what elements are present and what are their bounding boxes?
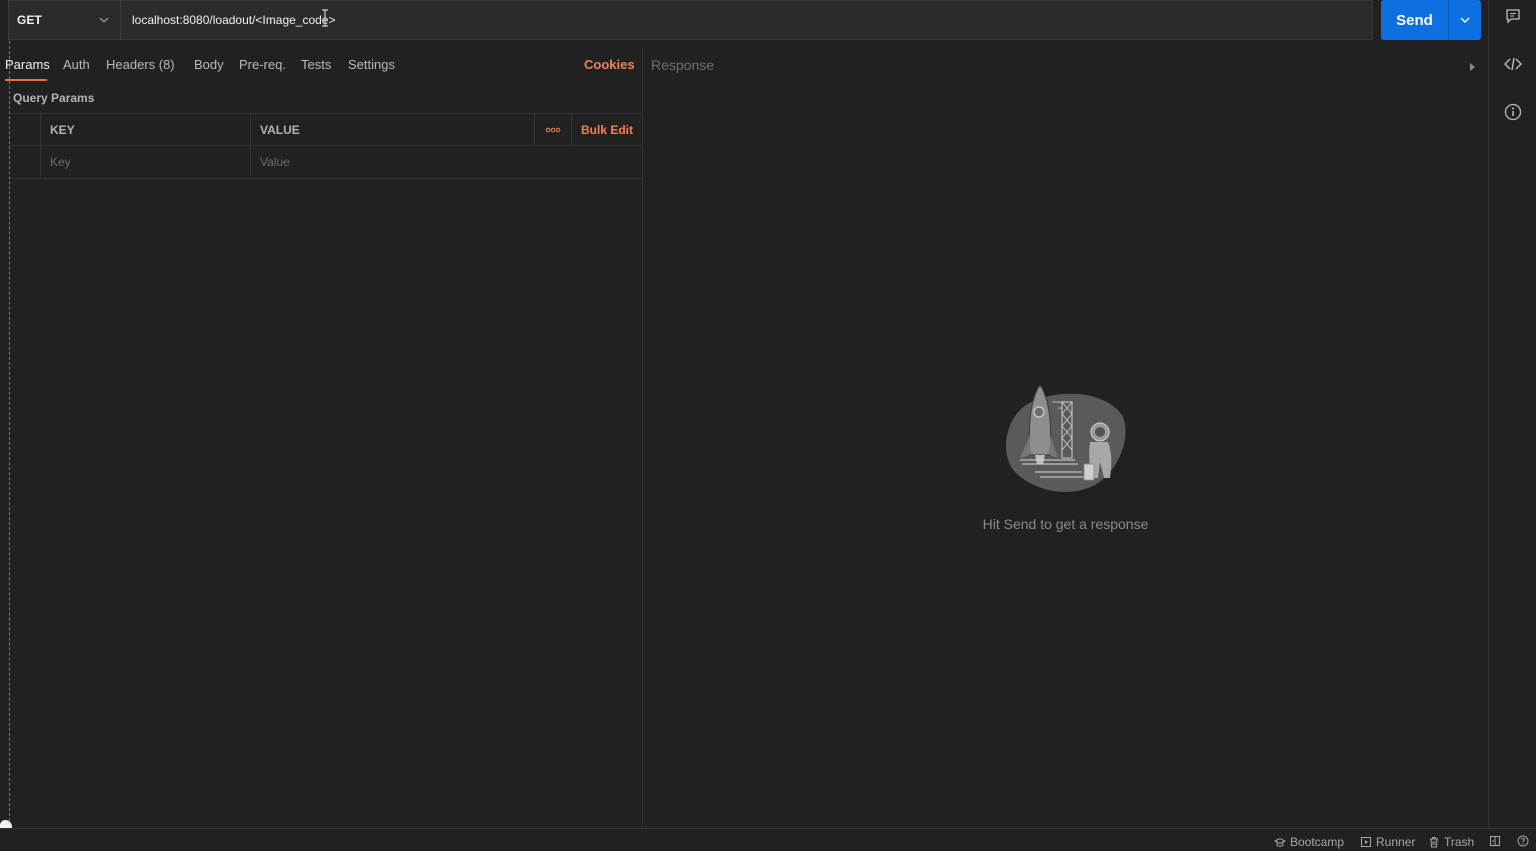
code-icon[interactable] <box>1503 54 1523 74</box>
query-params-table: KEY VALUE Bulk Edit Key Value <box>10 113 642 179</box>
key-column-header: KEY <box>50 122 75 137</box>
empty-response-message: Hit Send to get a response <box>982 516 1149 532</box>
rocket-launch-illustration <box>1000 380 1130 498</box>
status-bar: Bootcamp Runner Trash <box>0 828 1536 851</box>
help-icon[interactable] <box>1517 835 1529 847</box>
checkbox-column-header <box>10 114 41 145</box>
bootcamp-button[interactable]: Bootcamp <box>1274 835 1344 849</box>
response-title: Response <box>651 57 715 73</box>
comment-icon[interactable] <box>1503 6 1523 26</box>
runner-label: Runner <box>1376 835 1416 849</box>
tab-params[interactable]: Params <box>5 57 50 72</box>
method-select[interactable]: GET <box>8 0 120 40</box>
caret-right-icon[interactable] <box>1468 60 1476 75</box>
send-button[interactable]: Send <box>1381 0 1481 40</box>
send-split-divider <box>1448 0 1449 40</box>
key-placeholder: Key <box>50 155 71 169</box>
tab-auth[interactable]: Auth <box>63 57 90 72</box>
chevron-down-icon <box>98 14 110 29</box>
value-column-header: VALUE <box>260 122 300 137</box>
table-header-row: KEY VALUE Bulk Edit <box>10 113 642 146</box>
tab-settings[interactable]: Settings <box>348 57 395 72</box>
trash-icon <box>1430 837 1438 848</box>
url-text: localhost:8080/loadout/<Image_code> <box>132 13 336 27</box>
tab-body[interactable]: Body <box>194 57 224 72</box>
value-placeholder: Value <box>260 155 290 169</box>
more-dots-icon[interactable] <box>535 114 572 145</box>
pane-divider[interactable] <box>642 48 643 828</box>
tab-tests[interactable]: Tests <box>301 57 331 72</box>
runner-icon <box>1361 837 1371 847</box>
text-cursor-icon <box>321 9 329 30</box>
two-pane-icon[interactable] <box>1489 835 1501 847</box>
right-sidebar <box>1488 0 1536 828</box>
bulk-edit-link[interactable]: Bulk Edit <box>581 123 633 137</box>
value-input[interactable]: Value <box>251 146 642 178</box>
send-label: Send <box>1396 11 1433 29</box>
tab-prereq[interactable]: Pre-req. <box>239 57 286 72</box>
key-input[interactable]: Key <box>41 146 251 178</box>
info-icon[interactable] <box>1503 102 1523 122</box>
trash-label: Trash <box>1444 835 1475 849</box>
runner-button[interactable]: Runner <box>1360 835 1415 849</box>
graduation-cap-icon <box>1274 837 1286 847</box>
url-input[interactable]: localhost:8080/loadout/<Image_code> <box>120 0 1373 40</box>
bootcamp-label: Bootcamp <box>1290 835 1345 849</box>
request-tabs: Params Auth Headers (8) Body Pre-req. Te… <box>0 48 642 82</box>
method-label: GET <box>17 13 42 27</box>
active-tab-indicator <box>5 79 47 81</box>
trash-button[interactable]: Trash <box>1428 835 1474 849</box>
table-row: Key Value <box>10 146 642 179</box>
cookies-link[interactable]: Cookies <box>584 57 635 72</box>
row-checkbox[interactable] <box>10 146 41 178</box>
chevron-down-icon[interactable] <box>1459 13 1471 30</box>
query-params-title: Query Params <box>13 91 95 105</box>
tab-headers[interactable]: Headers (8) <box>106 57 175 72</box>
